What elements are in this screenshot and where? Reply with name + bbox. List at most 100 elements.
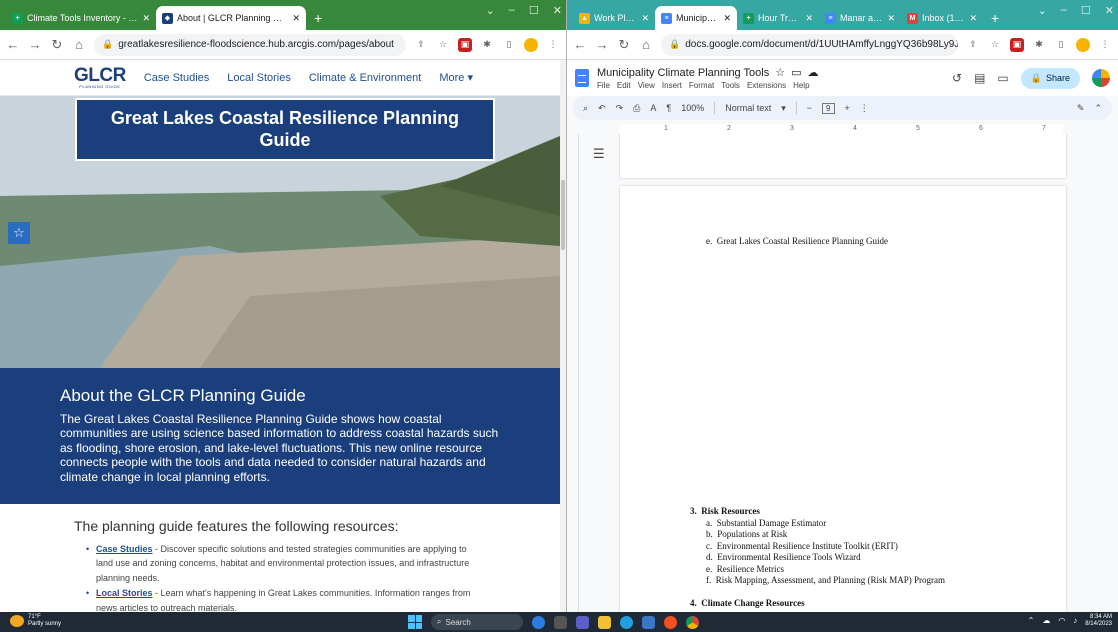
new-tab-button[interactable]: +: [306, 6, 330, 30]
font-size-input[interactable]: 9: [822, 102, 835, 114]
tab-climate-tools-inventory[interactable]: + Climate Tools Inventory - Google ✕: [6, 6, 156, 30]
print-icon[interactable]: ⎙: [633, 103, 640, 114]
close-icon[interactable]: ✕: [142, 13, 150, 24]
minimize-icon[interactable]: –: [1061, 4, 1067, 17]
tab-manar[interactable]: ≡ Manar and Fe ✕: [819, 6, 901, 30]
close-window-icon[interactable]: ✕: [553, 4, 562, 17]
menu-tools[interactable]: Tools: [721, 81, 740, 90]
close-icon[interactable]: ✕: [723, 13, 731, 24]
sidepanel-icon[interactable]: ▯: [502, 38, 516, 52]
meet-icon[interactable]: ▭: [997, 71, 1008, 85]
font-select[interactable]: ▾: [781, 103, 786, 114]
onedrive-icon[interactable]: ☁: [1042, 616, 1050, 625]
bookmark-star-icon[interactable]: ☆: [436, 38, 450, 52]
edge-icon[interactable]: [620, 615, 633, 629]
nav-case-studies[interactable]: Case Studies: [144, 72, 209, 84]
maximize-icon[interactable]: ☐: [1081, 4, 1091, 17]
share-icon[interactable]: ⇪: [966, 38, 980, 52]
extension-icon[interactable]: ▣: [1010, 37, 1024, 52]
close-icon[interactable]: ✕: [805, 13, 813, 24]
redo-icon[interactable]: ↷: [616, 103, 624, 114]
menu-kebab-icon[interactable]: ⋮: [1098, 38, 1112, 52]
tab-search-icon[interactable]: ⌄: [1038, 4, 1047, 17]
menu-file[interactable]: File: [597, 81, 610, 90]
forward-arrow-icon[interactable]: →: [28, 37, 42, 52]
vertical-ruler[interactable]: [569, 134, 579, 612]
tab-inbox[interactable]: M Inbox (13) - ✕: [901, 6, 983, 30]
url-field[interactable]: 🔒 docs.google.com/document/d/1UUtHAmffyL…: [661, 33, 958, 56]
close-window-icon[interactable]: ✕: [1105, 4, 1114, 17]
style-select[interactable]: Normal text: [725, 103, 771, 113]
chrome-icon[interactable]: [686, 615, 699, 629]
zoom-select[interactable]: 100%: [681, 103, 704, 113]
menu-edit[interactable]: Edit: [617, 81, 631, 90]
docs-logo-icon[interactable]: [575, 69, 589, 87]
weather-widget[interactable]: 71°F Partly sunny: [10, 614, 61, 627]
wifi-icon[interactable]: ◠: [1058, 616, 1065, 625]
maximize-icon[interactable]: ☐: [529, 4, 539, 17]
font-size-decrease[interactable]: −: [807, 103, 812, 113]
menu-format[interactable]: Format: [689, 81, 714, 90]
version-history-icon[interactable]: ↺: [952, 71, 962, 85]
menu-kebab-icon[interactable]: ⋮: [546, 38, 560, 52]
editing-mode-icon[interactable]: ✎: [1077, 103, 1085, 114]
profile-avatar[interactable]: [1076, 37, 1090, 52]
office-icon[interactable]: [664, 615, 677, 629]
scrollbar-thumb[interactable]: [561, 180, 565, 250]
paint-format-icon[interactable]: ¶: [666, 103, 671, 113]
close-icon[interactable]: ✕: [641, 13, 649, 24]
bookmark-star-icon[interactable]: ☆: [988, 38, 1002, 52]
more-options-icon[interactable]: ⋮: [860, 103, 869, 114]
back-arrow-icon[interactable]: ←: [6, 37, 20, 52]
puzzle-icon[interactable]: ✱: [1032, 38, 1046, 52]
nav-climate-environment[interactable]: Climate & Environment: [309, 72, 422, 84]
url-field[interactable]: 🔒 greatlakesresilience-floodscience.hub.…: [94, 33, 406, 56]
document-canvas[interactable]: ☰ e. Great Lakes Coastal Resilience Plan…: [567, 134, 1118, 612]
tab-municipality[interactable]: ≡ Municipality ✕: [655, 6, 737, 30]
collapse-menu-icon[interactable]: ⌃: [1094, 103, 1102, 114]
font-size-increase[interactable]: +: [845, 103, 850, 113]
doc-page-1[interactable]: [620, 134, 1066, 178]
spellcheck-icon[interactable]: A: [650, 103, 656, 113]
task-view-icon[interactable]: [554, 615, 567, 629]
clock[interactable]: 8:34 AM 8/14/2023: [1085, 614, 1112, 627]
favorite-star-icon[interactable]: ☆: [8, 222, 30, 244]
extension-icon[interactable]: ▣: [458, 37, 472, 52]
store-icon[interactable]: [642, 615, 655, 629]
document-outline-icon[interactable]: ☰: [593, 146, 605, 162]
menu-insert[interactable]: Insert: [662, 81, 682, 90]
share-button[interactable]: 🔒 Share: [1020, 67, 1080, 89]
close-icon[interactable]: ✕: [887, 13, 895, 24]
profile-avatar[interactable]: [524, 37, 538, 52]
new-tab-button[interactable]: +: [983, 6, 1007, 30]
taskbar-search[interactable]: ⌕ Search: [431, 614, 523, 630]
tab-search-icon[interactable]: ⌄: [486, 4, 495, 17]
share-icon[interactable]: ⇪: [414, 38, 428, 52]
menu-help[interactable]: Help: [793, 81, 809, 90]
sidepanel-icon[interactable]: ▯: [1054, 38, 1068, 52]
doc-title[interactable]: Municipality Climate Planning Tools: [597, 67, 769, 79]
forward-arrow-icon[interactable]: →: [595, 37, 609, 52]
undo-icon[interactable]: ↶: [598, 103, 606, 114]
copilot-icon[interactable]: [532, 615, 545, 629]
menu-extensions[interactable]: Extensions: [747, 81, 786, 90]
puzzle-icon[interactable]: ✱: [480, 38, 494, 52]
tab-work-plan[interactable]: ▲ Work Plan - G ✕: [573, 6, 655, 30]
file-explorer-icon[interactable]: [598, 615, 611, 629]
volume-icon[interactable]: ♪: [1073, 616, 1077, 625]
close-icon[interactable]: ✕: [969, 13, 977, 24]
start-button[interactable]: [408, 615, 422, 629]
case-studies-link[interactable]: Case Studies: [96, 544, 153, 554]
move-folder-icon[interactable]: ▭: [791, 66, 801, 79]
back-arrow-icon[interactable]: ←: [573, 37, 587, 52]
home-icon[interactable]: ⌂: [639, 37, 653, 52]
doc-page-2[interactable]: e. Great Lakes Coastal Resilience Planni…: [620, 186, 1066, 612]
menu-view[interactable]: View: [638, 81, 655, 90]
nav-more-dropdown[interactable]: More ▾: [439, 71, 473, 84]
star-icon[interactable]: ☆: [775, 66, 785, 79]
close-icon[interactable]: ✕: [292, 13, 300, 24]
nav-local-stories[interactable]: Local Stories: [227, 72, 291, 84]
search-icon[interactable]: ⌕: [583, 103, 588, 114]
teams-icon[interactable]: [576, 615, 589, 629]
minimize-icon[interactable]: –: [509, 4, 515, 17]
